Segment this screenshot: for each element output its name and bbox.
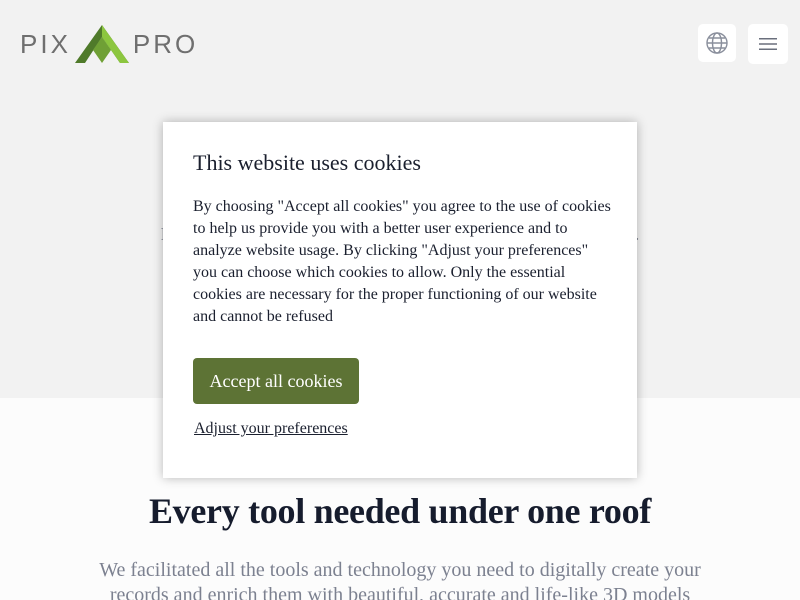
hamburger-menu-icon	[759, 38, 777, 50]
adjust-preferences-link[interactable]: Adjust your preferences	[194, 420, 348, 438]
logo-mountain-icon	[74, 25, 129, 63]
cookie-consent-dialog: This website uses cookies By choosing "A…	[163, 122, 637, 478]
menu-button[interactable]	[748, 24, 788, 64]
globe-icon	[706, 32, 728, 54]
site-header: PIX PRO	[0, 0, 800, 90]
logo-text-pix: PIX	[20, 28, 71, 59]
cookie-dialog-body: By choosing "Accept all cookies" you agr…	[193, 198, 611, 325]
accept-all-cookies-button[interactable]: Accept all cookies	[193, 358, 359, 404]
logo-text-pro: PRO	[132, 28, 199, 59]
language-button[interactable]	[698, 24, 736, 62]
pixpro-logo[interactable]: PIX PRO	[20, 22, 198, 66]
cookie-dialog-title: This website uses cookies	[193, 150, 421, 175]
section-title: Every tool needed under one roof	[148, 491, 652, 531]
section-text: We facilitated all the tools and technol…	[99, 559, 701, 600]
